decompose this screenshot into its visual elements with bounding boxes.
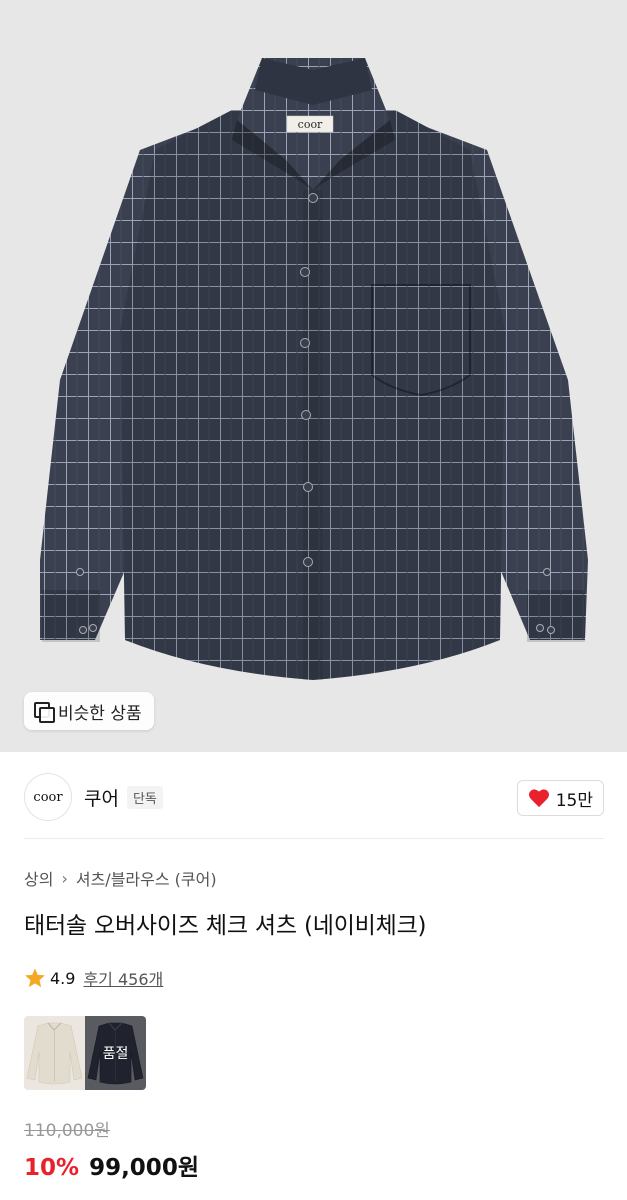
sale-price: 99,000원 [89, 1155, 199, 1181]
heart-icon [528, 789, 549, 808]
neck-label: coor [298, 118, 323, 131]
similar-products-button[interactable]: 비슷한 상품 [24, 692, 154, 730]
product-title: 태터솔 오버사이즈 체크 셔츠 (네이비체크) [24, 913, 427, 939]
review-link[interactable]: 후기 456개 [83, 966, 163, 990]
like-button[interactable]: 15만 [516, 780, 604, 816]
discount-rate: 10% [24, 1155, 80, 1181]
rating-value: 4.9 [50, 968, 76, 988]
soldout-overlay: 품절 [85, 1016, 146, 1090]
breadcrumb-subcategory[interactable]: 셔츠/블라우스 (쿠어) [76, 866, 217, 890]
color-options: 품절 [24, 1016, 146, 1090]
chevron-right-icon: › [61, 868, 68, 888]
star-icon [25, 968, 45, 988]
brand-row: coor 쿠어 단독 15만 [24, 772, 604, 822]
breadcrumb: 상의 › 셔츠/블라우스 (쿠어) [24, 866, 217, 890]
shirt-image: coor [40, 58, 588, 680]
ivory-shirt-thumbnail [26, 1022, 83, 1085]
divider [24, 838, 604, 839]
original-price: 110,000원 [24, 1121, 110, 1141]
brand-name[interactable]: 쿠어 [84, 784, 119, 811]
color-option-ivory[interactable] [24, 1016, 85, 1090]
color-option-navy[interactable]: 품절 [85, 1016, 146, 1090]
like-count: 15만 [555, 790, 593, 811]
copy-icon [34, 702, 55, 723]
rating-row: 4.9 후기 456개 [24, 966, 163, 990]
brand-logo-text: coor [33, 789, 63, 805]
price-row: 10% 99,000원 [24, 1148, 199, 1182]
brand-logo[interactable]: coor [24, 773, 72, 821]
breadcrumb-category[interactable]: 상의 [24, 866, 53, 890]
product-image[interactable]: coor 비슷한 상품 [0, 0, 627, 752]
similar-products-label: 비슷한 상품 [58, 703, 142, 724]
exclusive-badge: 단독 [126, 785, 163, 809]
